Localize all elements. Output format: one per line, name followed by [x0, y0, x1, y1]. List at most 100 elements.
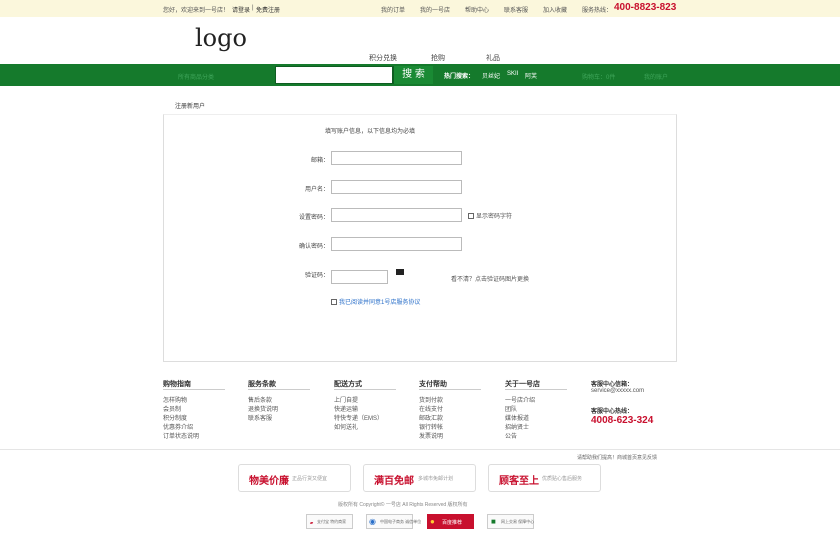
divider — [334, 389, 396, 390]
footer-col-title: 配送方式 — [334, 381, 362, 388]
nav-gifts[interactable]: 礼品 — [486, 53, 500, 63]
hotline-number: 400-8823-823 — [614, 2, 677, 13]
captcha-image[interactable] — [396, 269, 404, 275]
hot-search-item[interactable]: 阿芙 — [525, 71, 537, 80]
hot-search-item[interactable]: 贝丝妃 — [482, 71, 500, 80]
service-phone: 4008-623-324 — [591, 415, 654, 426]
footer-link[interactable]: 邮政汇款 — [419, 413, 443, 422]
footer-col-title: 关于一号店 — [505, 381, 540, 388]
search-input[interactable] — [275, 66, 393, 84]
footer-link[interactable]: 招纳贤士 — [505, 422, 529, 431]
footer-link[interactable]: 媒体报道 — [505, 413, 529, 422]
cert-ecommerce[interactable]: ◉ 中国电子商务 诚信单位 — [366, 514, 421, 529]
footer-link[interactable]: 发票说明 — [419, 431, 443, 440]
all-categories-menu[interactable]: 所有商品分类 — [178, 72, 214, 81]
badge-title: 满百免邮 — [374, 476, 414, 487]
footer-link[interactable]: 团队 — [505, 404, 517, 413]
agreement-option[interactable]: 我已阅读并同意1号店服务协议 — [331, 297, 420, 306]
baidu-icon: ● — [430, 517, 435, 526]
footer-link[interactable]: 上门自提 — [334, 395, 358, 404]
cart-link[interactable]: 购物车：0件 — [582, 72, 615, 81]
badge-subtitle: 优质贴心售后服务 — [542, 476, 583, 482]
badge-title: 顾客至上 — [499, 476, 539, 487]
confirm-password-label: 确认密码： — [298, 244, 329, 250]
cert-trade-guarantee[interactable]: ■ 网上交易 保障中心 — [487, 514, 534, 529]
greeting-text: 您好，欢迎来到一号店！ — [163, 8, 230, 14]
register-link[interactable]: 免费注册 — [256, 5, 280, 14]
help-center-link[interactable]: 帮助中心 — [465, 5, 489, 14]
footer-link[interactable]: 订单状态说明 — [163, 431, 199, 440]
cert-label: 网上交易 保障中心 — [501, 519, 535, 524]
feedback-link[interactable]: 请帮助我们提高！商城首页意见反馈 — [577, 454, 657, 461]
alipay-icon: ▰ — [310, 520, 314, 525]
footer-link[interactable]: 特快专递（EMS） — [334, 413, 383, 422]
badge-quality-price: 物美价廉 正品行货又便宜 — [238, 464, 351, 492]
username-field[interactable] — [331, 180, 462, 194]
service-email[interactable]: service@xxxxx.com — [591, 388, 644, 394]
topbar-separator: | — [252, 5, 254, 11]
badge-subtitle: 多城市免邮计划 — [418, 476, 454, 482]
form-intro: 填写账户信息，以下信息均为必填 — [325, 129, 416, 135]
ecommerce-seal-icon: ◉ — [369, 517, 376, 526]
hot-search-label: 热门搜索： — [444, 74, 475, 80]
cert-alipay[interactable]: ▰ 支付宝 特约商家 — [306, 514, 353, 529]
cert-baidu[interactable]: ● 百度推荐 — [427, 514, 474, 529]
captcha-field[interactable] — [331, 270, 388, 284]
my-orders-link[interactable]: 我的订单 — [381, 5, 405, 14]
footer-link[interactable]: 银行转帐 — [419, 422, 443, 431]
shield-icon: ■ — [491, 517, 496, 526]
footer-col-title: 服务条款 — [248, 381, 276, 388]
username-label: 用户名： — [304, 187, 329, 193]
footer-link[interactable]: 公告 — [505, 431, 517, 440]
footer-link[interactable]: 退换货说明 — [248, 404, 278, 413]
show-password-label: 显示密码字符 — [476, 214, 513, 220]
footer-link[interactable]: 售后条款 — [248, 395, 272, 404]
email-field[interactable] — [331, 151, 462, 165]
my-account-link[interactable]: 我的一号店 — [420, 5, 450, 14]
footer-link[interactable]: 快递运输 — [334, 404, 358, 413]
show-password-option[interactable]: 显示密码字符 — [468, 211, 512, 220]
password-field[interactable] — [331, 208, 462, 222]
password-label: 设置密码： — [298, 215, 329, 221]
divider — [163, 389, 225, 390]
footer-link[interactable]: 联系客服 — [248, 413, 272, 422]
footer-link[interactable]: 优惠券介绍 — [163, 422, 193, 431]
footer-link[interactable]: 一号店介绍 — [505, 395, 535, 404]
service-email-title: 客服中心信箱： — [591, 382, 634, 388]
footer-link[interactable]: 在线支付 — [419, 404, 443, 413]
footer-link[interactable]: 如何送礼 — [334, 422, 358, 431]
captcha-label: 验证码： — [304, 273, 329, 279]
hot-search-item[interactable]: SKII — [507, 71, 518, 77]
captcha-refresh-hint[interactable]: 看不清？点击验证码图片更换 — [451, 274, 529, 283]
confirm-password-field[interactable] — [331, 237, 462, 251]
contact-service-link[interactable]: 联系客服 — [504, 5, 528, 14]
hotline-label: 服务热线： — [582, 8, 613, 14]
my-account-menu[interactable]: 我的账户 — [644, 72, 668, 81]
login-link[interactable]: 请登录 — [232, 5, 250, 14]
add-favorite-link[interactable]: 加入收藏 — [543, 5, 567, 14]
cert-label: 支付宝 特约商家 — [317, 519, 347, 524]
divider — [0, 449, 840, 450]
nav-flash-sale[interactable]: 抢购 — [431, 53, 445, 63]
cert-label: 百度推荐 — [442, 520, 463, 526]
top-utility-bar: 您好，欢迎来到一号店！ 请登录 | 免费注册 我的订单 我的一号店 帮助中心 联… — [0, 0, 840, 17]
email-label: 邮箱： — [310, 158, 329, 164]
agreement-checkbox[interactable] — [331, 299, 337, 306]
show-password-checkbox[interactable] — [468, 213, 474, 220]
service-phone-title: 客服中心热线： — [591, 409, 634, 415]
badge-subtitle: 正品行货又便宜 — [292, 476, 328, 482]
footer-link[interactable]: 积分制度 — [163, 413, 187, 422]
footer-col-title: 购物指南 — [163, 381, 191, 388]
badge-title: 物美价廉 — [249, 476, 289, 487]
page-title: 注册新用户 — [175, 104, 206, 110]
footer-link[interactable]: 会员制 — [163, 404, 181, 413]
site-logo[interactable]: logo — [195, 24, 247, 52]
nav-points-exchange[interactable]: 积分兑换 — [369, 53, 397, 63]
agreement-link[interactable]: 我已阅读并同意1号店服务协议 — [339, 300, 420, 306]
divider — [505, 389, 567, 390]
footer-col-title: 支付帮助 — [419, 381, 447, 388]
footer-link[interactable]: 怎样购物 — [163, 395, 187, 404]
search-button[interactable]: 搜 索 — [393, 66, 433, 84]
footer-link[interactable]: 货到付款 — [419, 395, 443, 404]
badge-customer-first: 顾客至上 优质贴心售后服务 — [488, 464, 601, 492]
